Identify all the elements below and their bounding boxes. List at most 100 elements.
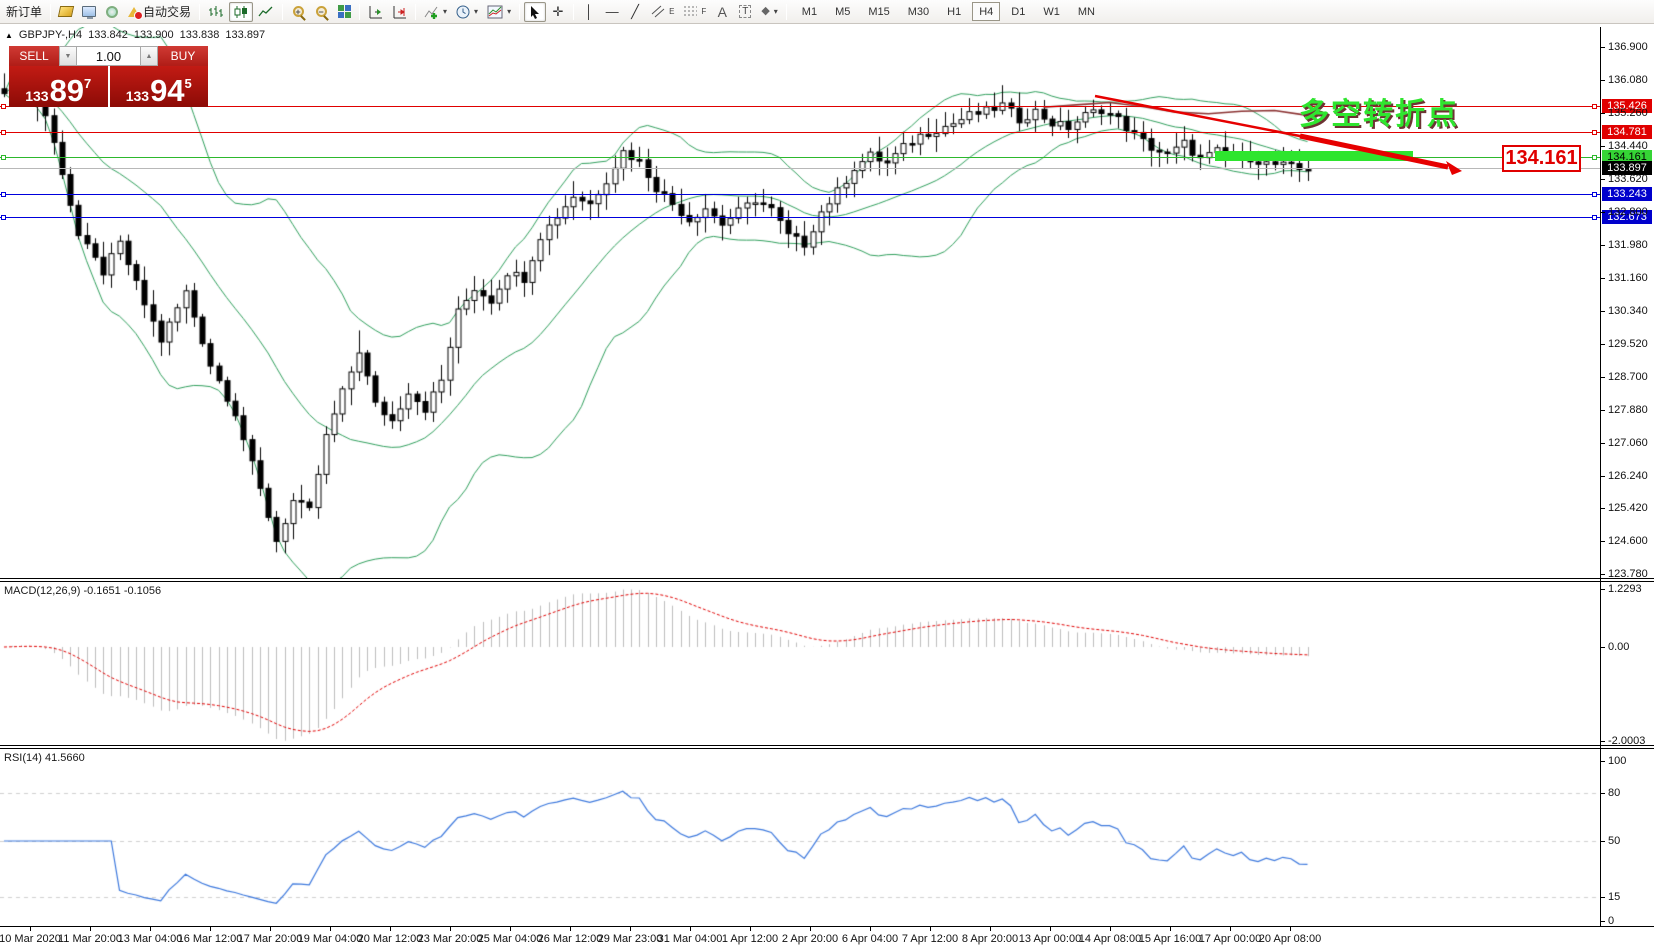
price-tick	[1600, 80, 1605, 81]
channel-tool-button[interactable]: E	[647, 2, 678, 22]
cursor-tool-button[interactable]	[524, 2, 546, 22]
vertical-line-tool-button[interactable]: │	[578, 2, 600, 22]
rsi-tick	[1600, 793, 1605, 794]
time-axis[interactable]: 10 Mar 202011 Mar 20:0013 Mar 04:0016 Ma…	[0, 927, 1654, 948]
periods-button[interactable]: ▾	[452, 2, 482, 22]
time-axis-label: 15 Apr 16:00	[1139, 933, 1201, 945]
timeframe-button-MN[interactable]: MN	[1071, 2, 1102, 21]
timeframe-button-H4[interactable]: H4	[972, 2, 1000, 21]
price-tick	[1600, 344, 1605, 345]
horizontal-level-line[interactable]	[0, 217, 1600, 218]
panel-separator[interactable]	[0, 745, 1654, 746]
line-anchor[interactable]	[1, 155, 6, 160]
line-anchor[interactable]	[1592, 215, 1597, 220]
collapse-ohlc-toggle[interactable]: ▲	[5, 31, 13, 40]
buy-price-pips: 94	[150, 78, 184, 104]
line-anchor[interactable]	[1, 104, 6, 109]
chart-shift-button[interactable]	[388, 2, 411, 22]
candlestick-chart-button[interactable]	[229, 2, 253, 22]
horizontal-level-line[interactable]	[0, 168, 1600, 169]
dropdown-caret-icon: ▾	[507, 7, 511, 16]
text-tool-button[interactable]: A	[711, 2, 733, 22]
market-watch-button[interactable]	[55, 2, 77, 22]
trendline-tool-button[interactable]: ╱	[624, 2, 646, 22]
line-anchor[interactable]	[1592, 155, 1597, 160]
line-anchor[interactable]	[1592, 104, 1597, 109]
rsi-tick	[1600, 841, 1605, 842]
volume-decrease-button[interactable]: ▼	[59, 46, 77, 66]
time-tick	[450, 927, 451, 931]
buy-price-button[interactable]: 133 94 5	[110, 66, 209, 107]
timeframe-button-M15[interactable]: M15	[861, 2, 896, 21]
horizontal-level-line[interactable]	[0, 194, 1600, 195]
channel-e-label: E	[669, 7, 674, 16]
timeframe-button-H1[interactable]: H1	[940, 2, 968, 21]
time-axis-label: 13 Apr 00:00	[1019, 933, 1081, 945]
price-tick-label: 132.800	[1608, 206, 1648, 218]
turning-point-annotation[interactable]: 多空转折点	[1299, 89, 1459, 133]
line-anchor[interactable]	[1, 130, 6, 135]
sell-button[interactable]: SELL	[9, 46, 59, 66]
macd-canvas[interactable]	[0, 582, 1600, 745]
dropdown-caret-icon: ▾	[774, 7, 778, 16]
panel-separator[interactable]	[0, 748, 1654, 749]
time-tick	[1290, 927, 1291, 931]
price-tick	[1600, 541, 1605, 542]
price-tick	[1600, 443, 1605, 444]
indicators-button[interactable]: ▾	[420, 2, 451, 22]
zoom-out-button[interactable]: −	[310, 2, 332, 22]
timeframe-button-D1[interactable]: D1	[1004, 2, 1032, 21]
time-tick	[1110, 927, 1111, 931]
timeframe-button-M5[interactable]: M5	[828, 2, 857, 21]
dropdown-caret-icon: ▾	[443, 7, 447, 16]
timeframe-button-W1[interactable]: W1	[1036, 2, 1067, 21]
arrows-tool-button[interactable]: ◆ ▾	[757, 2, 781, 22]
macd-tick	[1600, 647, 1605, 648]
sell-price-button[interactable]: 133 89 7	[9, 66, 108, 107]
price-tick	[1600, 410, 1605, 411]
line-chart-button[interactable]	[254, 2, 278, 22]
timeframe-button-M1[interactable]: M1	[795, 2, 824, 21]
time-axis-label: 16 Mar 12:00	[178, 933, 243, 945]
time-axis-label: 7 Apr 12:00	[902, 933, 958, 945]
price-tick	[1600, 377, 1605, 378]
price-tick-label: 124.600	[1608, 535, 1648, 547]
volume-input[interactable]: 1.00	[77, 46, 140, 66]
bar-chart-button[interactable]	[204, 2, 228, 22]
panel-separator[interactable]	[0, 578, 1654, 579]
data-window-button[interactable]	[78, 2, 100, 22]
horizontal-line-tool-button[interactable]: —	[601, 2, 623, 22]
line-anchor[interactable]	[1, 215, 6, 220]
price-tick-label: 133.620	[1608, 173, 1648, 185]
auto-trading-button[interactable]: 自动交易	[124, 2, 195, 22]
new-order-button[interactable]: 新订单	[2, 2, 46, 22]
text-label-tool-button[interactable]: T	[734, 2, 756, 22]
rsi-axis-label: 50	[1608, 835, 1620, 847]
navigator-button[interactable]	[101, 2, 123, 22]
timeframe-button-M30[interactable]: M30	[901, 2, 936, 21]
bar-chart-icon	[208, 5, 224, 19]
price-tick-label: 134.440	[1608, 140, 1648, 152]
fibonacci-tool-button[interactable]: F	[679, 2, 710, 22]
panel-separator[interactable]	[0, 581, 1654, 582]
buy-button[interactable]: BUY	[158, 46, 208, 66]
line-anchor[interactable]	[1592, 192, 1597, 197]
support-highlight-bar[interactable]	[1215, 151, 1413, 161]
time-axis-label: 26 Mar 12:00	[538, 933, 603, 945]
templates-button[interactable]: ▾	[483, 2, 515, 22]
time-axis-label: 2 Apr 20:00	[782, 933, 838, 945]
price-level-flag[interactable]: 134.161	[1502, 145, 1581, 172]
rsi-canvas[interactable]	[0, 749, 1600, 925]
crosshair-tool-button[interactable]: ✛	[547, 2, 569, 22]
mt4-terminal: 新订单 自动交易 + − ▾ ▾	[0, 0, 1654, 948]
tile-windows-button[interactable]	[333, 2, 355, 22]
auto-scroll-button[interactable]	[364, 2, 387, 22]
volume-increase-button[interactable]: ▲	[140, 46, 158, 66]
main-toolbar: 新订单 自动交易 + − ▾ ▾	[0, 0, 1654, 24]
line-anchor[interactable]	[1, 192, 6, 197]
rsi-axis-label: 100	[1608, 755, 1626, 767]
rsi-tick	[1600, 921, 1605, 922]
macd-tick	[1600, 741, 1605, 742]
zoom-in-button[interactable]: +	[287, 2, 309, 22]
line-anchor[interactable]	[1592, 130, 1597, 135]
